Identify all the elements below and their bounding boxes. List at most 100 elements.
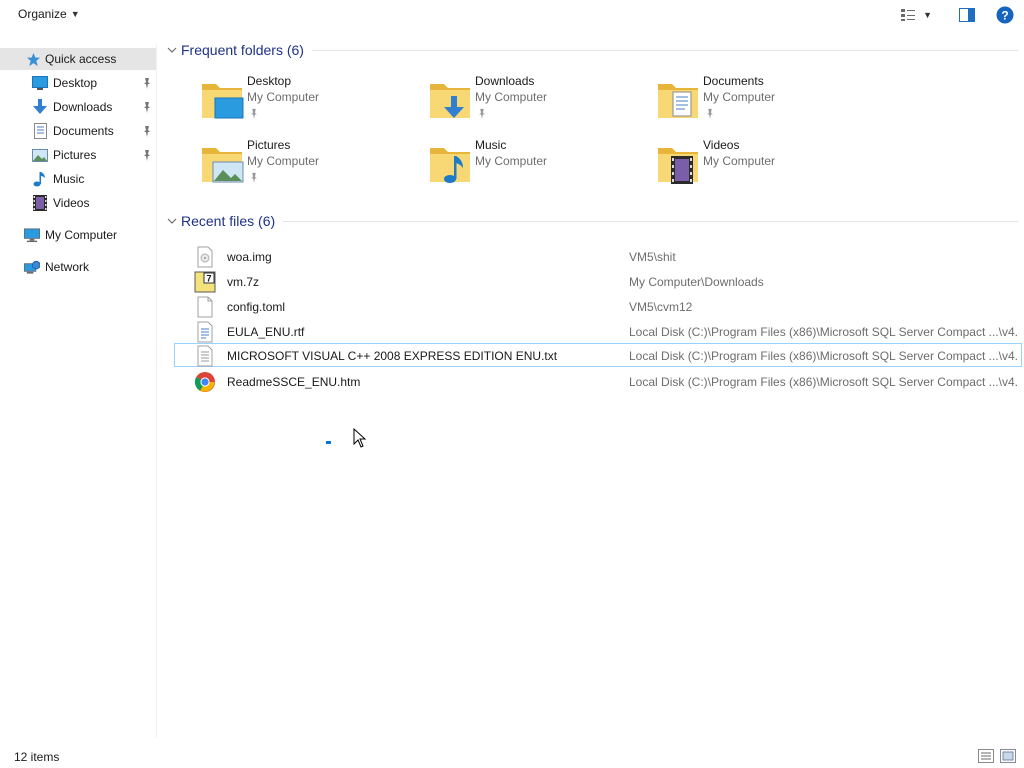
- folder-location: My Computer: [703, 90, 776, 104]
- folder-location: My Computer: [247, 154, 320, 168]
- documents-folder-icon: [658, 84, 698, 118]
- music-folder-icon: [430, 148, 470, 183]
- pin-icon: [142, 149, 152, 161]
- section-divider: [311, 49, 1018, 51]
- item-count: 12 items: [14, 750, 60, 764]
- pin-icon: [251, 172, 257, 183]
- sidebar-item-music[interactable]: Music: [0, 168, 156, 190]
- nav-network-label: Network: [45, 260, 90, 274]
- downloads-icon: [32, 99, 48, 115]
- command-bar: Organize ▼ ▼ ?: [0, 0, 1024, 30]
- folder-location: My Computer: [475, 90, 548, 104]
- help-icon[interactable]: ?: [996, 6, 1014, 24]
- pin-icon: [142, 77, 152, 89]
- pictures-icon: [32, 147, 48, 163]
- selection-marker: [326, 441, 331, 444]
- file-name: EULA_ENU.rtf: [227, 325, 305, 339]
- file-name: MICROSOFT VISUAL C++ 2008 EXPRESS EDITIO…: [227, 349, 558, 363]
- file-row-vm-7z[interactable]: 7 vm.7z My Computer\Downloads: [174, 269, 1022, 293]
- file-row-msvc-2008-txt[interactable]: MICROSOFT VISUAL C++ 2008 EXPRESS EDITIO…: [174, 343, 1022, 367]
- blank-file-icon: [197, 296, 213, 318]
- section-divider: [283, 220, 1018, 222]
- view-options-icon: [899, 6, 917, 24]
- nav-quick-access-label: Quick access: [45, 52, 117, 66]
- file-name: woa.img: [227, 250, 272, 264]
- folder-tile-documents[interactable]: Documents My Computer: [657, 74, 877, 130]
- sidebar-item-label: Downloads: [53, 100, 113, 114]
- file-name: vm.7z: [227, 275, 260, 289]
- svg-text:7: 7: [206, 274, 211, 284]
- mouse-cursor-icon: [353, 428, 367, 448]
- sidebar-item-label: Desktop: [53, 76, 98, 90]
- sidebar-item-documents[interactable]: Documents: [0, 120, 156, 142]
- folder-tile-desktop[interactable]: Desktop My Computer: [201, 74, 421, 130]
- file-path: Local Disk (C:)\Program Files (x86)\Micr…: [629, 349, 1017, 363]
- preview-pane-icon[interactable]: [958, 6, 976, 24]
- folder-location: My Computer: [703, 154, 776, 168]
- file-row-eula-enu-rtf[interactable]: EULA_ENU.rtf Local Disk (C:)\Program Fil…: [174, 319, 1022, 343]
- sidebar-item-label: Documents: [53, 124, 114, 138]
- folder-tile-music[interactable]: Music My Computer: [429, 138, 649, 194]
- file-path: My Computer\Downloads: [629, 275, 764, 289]
- chevron-down-icon: ▼: [70, 9, 80, 19]
- folder-tile-downloads[interactable]: Downloads My Computer: [429, 74, 649, 130]
- folder-name: Videos: [703, 138, 740, 152]
- sidebar-item-desktop[interactable]: Desktop: [0, 72, 156, 94]
- sidebar-item-label: Music: [53, 172, 85, 186]
- file-path: Local Disk (C:)\Program Files (x86)\Micr…: [629, 325, 1017, 339]
- folder-tile-pictures[interactable]: Pictures My Computer: [201, 138, 421, 194]
- file-row-readmessce-htm[interactable]: ReadmeSSCE_ENU.htm Local Disk (C:)\Progr…: [174, 369, 1022, 393]
- nav-quick-access[interactable]: Quick access: [0, 48, 156, 70]
- chrome-icon: [194, 372, 215, 392]
- music-icon: [32, 171, 48, 187]
- organize-label: Organize: [18, 7, 67, 21]
- organize-button[interactable]: Organize ▼: [18, 7, 80, 21]
- folder-location: My Computer: [247, 90, 320, 104]
- folder-tile-videos[interactable]: Videos My Computer: [657, 138, 877, 194]
- nav-network[interactable]: Network: [0, 256, 156, 278]
- details-view-icon[interactable]: [978, 749, 994, 763]
- sidebar-item-downloads[interactable]: Downloads: [0, 96, 156, 118]
- recent-files-title: Recent files (6): [181, 213, 276, 229]
- desktop-folder-icon: [202, 84, 244, 119]
- file-row-woa-img[interactable]: woa.img VM5\shit: [174, 244, 1022, 268]
- disk-image-icon: [197, 246, 213, 268]
- file-path: VM5\cvm12: [629, 300, 693, 314]
- documents-icon: [32, 123, 48, 139]
- sidebar-item-label: Videos: [53, 196, 90, 210]
- sidebar-item-label: Pictures: [53, 148, 97, 162]
- star-icon: [25, 51, 41, 67]
- network-icon: [24, 259, 40, 275]
- rtf-document-icon: [197, 321, 213, 343]
- sidebar-item-pictures[interactable]: Pictures: [0, 144, 156, 166]
- computer-icon: [24, 227, 40, 243]
- status-bar: 12 items: [0, 744, 1024, 768]
- change-view-button[interactable]: ▼: [899, 6, 932, 24]
- file-path: VM5\shit: [629, 250, 676, 264]
- recent-files-header[interactable]: Recent files (6): [166, 212, 1018, 230]
- nav-my-computer[interactable]: My Computer: [0, 224, 156, 246]
- navigation-pane: Quick access Desktop Downloads Documents…: [0, 44, 157, 738]
- pin-icon: [707, 108, 713, 119]
- chevron-down-icon: [167, 218, 177, 224]
- videos-icon: [32, 195, 48, 211]
- file-name: config.toml: [227, 300, 286, 314]
- file-row-config-toml[interactable]: config.toml VM5\cvm12: [174, 294, 1022, 318]
- folder-name: Documents: [703, 74, 764, 88]
- folder-name: Music: [475, 138, 507, 152]
- chevron-down-icon: [167, 47, 177, 53]
- svg-text:?: ?: [1001, 9, 1008, 23]
- pictures-folder-icon: [202, 148, 244, 183]
- downloads-folder-icon: [430, 84, 470, 118]
- large-icons-view-icon[interactable]: [1000, 749, 1016, 763]
- file-path: Local Disk (C:)\Program Files (x86)\Micr…: [629, 375, 1017, 389]
- frequent-folders-header[interactable]: Frequent folders (6): [166, 41, 1018, 59]
- folder-name: Desktop: [247, 74, 292, 88]
- 7zip-archive-icon: 7: [194, 271, 216, 293]
- text-file-icon: [197, 345, 213, 367]
- pin-icon: [142, 125, 152, 137]
- pin-icon: [479, 108, 485, 119]
- videos-folder-icon: [658, 148, 698, 184]
- sidebar-item-videos[interactable]: Videos: [0, 192, 156, 214]
- folder-name: Downloads: [475, 74, 535, 88]
